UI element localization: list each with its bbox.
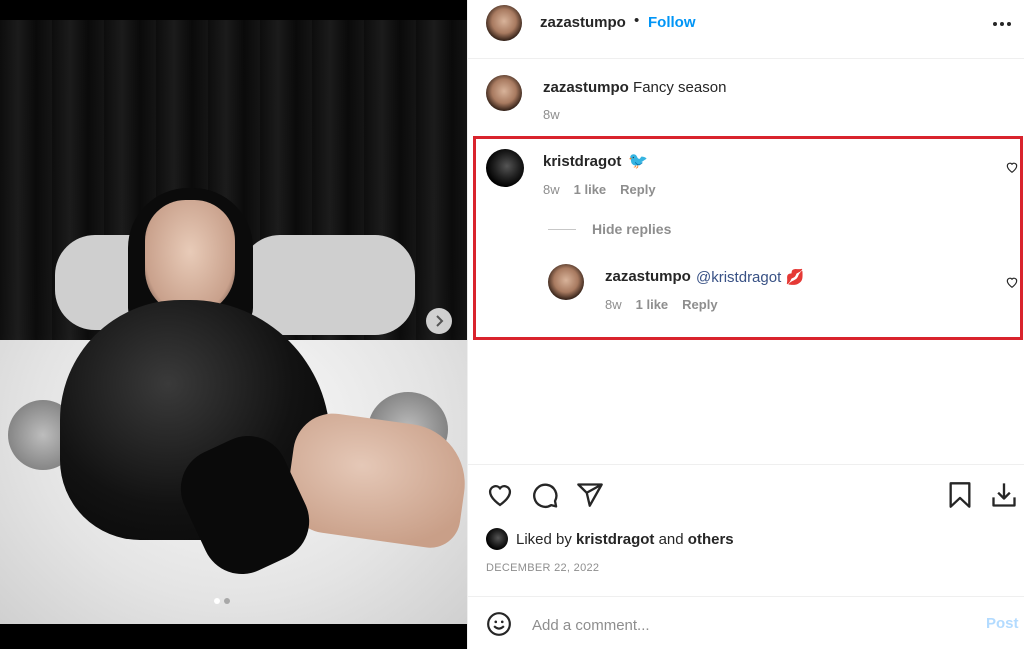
photo-scene <box>0 20 467 624</box>
bookmark-icon[interactable] <box>946 481 974 509</box>
more-horizontal-icon <box>993 22 1011 26</box>
author-avatar[interactable] <box>486 5 522 41</box>
likes-prefix: Liked by <box>516 530 572 548</box>
hide-replies-line <box>548 228 576 230</box>
post-photo[interactable] <box>0 0 467 649</box>
reply-likes[interactable]: 1 like <box>636 297 669 312</box>
emoji-icon[interactable] <box>486 611 512 637</box>
more-options-button[interactable] <box>992 10 1012 33</box>
comment-input[interactable] <box>530 613 954 637</box>
caption-username[interactable]: zazastumpo <box>543 79 629 96</box>
pillow-right <box>240 235 415 335</box>
reply-meta: 8w 1 like Reply <box>605 297 718 312</box>
post-header: zazastumpo • Follow <box>468 0 1024 59</box>
liked-by-user-link[interactable]: kristdragot <box>576 531 654 548</box>
comment-reply-button[interactable]: Reply <box>620 182 655 197</box>
follow-button[interactable]: Follow <box>648 14 696 31</box>
comment-likes[interactable]: 1 like <box>574 182 607 197</box>
model-face <box>145 200 235 315</box>
comment-username[interactable]: kristdragot <box>543 153 621 170</box>
reply-like-heart-icon[interactable] <box>1005 275 1019 289</box>
reply-timestamp[interactable]: 8w <box>605 297 622 312</box>
comment-icon[interactable] <box>531 481 559 509</box>
heart-icon[interactable] <box>486 481 514 509</box>
caption-timestamp[interactable]: 8w <box>543 107 560 122</box>
likes-summary: Liked by kristdragot and others <box>486 527 734 551</box>
reply-mention-link[interactable]: @kristdragot <box>696 269 781 286</box>
comment-avatar[interactable] <box>486 149 524 187</box>
share-icon[interactable] <box>576 481 604 509</box>
reply-reply-button[interactable]: Reply <box>682 297 717 312</box>
likes-middle: and <box>658 530 684 548</box>
reply-avatar[interactable] <box>548 264 584 300</box>
next-image-button[interactable] <box>426 308 452 334</box>
post-date[interactable]: DECEMBER 22, 2022 <box>486 562 599 574</box>
liked-by-others-link[interactable]: others <box>688 531 734 548</box>
reply-username[interactable]: zazastumpo <box>605 268 691 285</box>
post-comment-button[interactable]: Post <box>986 615 1019 632</box>
post-side-panel: zazastumpo • Follow zazastumpo Fancy sea… <box>467 0 1024 649</box>
carousel-dot-active <box>214 598 220 604</box>
caption-text: Fancy season <box>633 79 727 96</box>
comment-like-heart-icon[interactable] <box>1005 160 1019 174</box>
carousel-dot <box>224 598 230 604</box>
hide-replies-button[interactable]: Hide replies <box>548 221 671 237</box>
chevron-right-icon <box>436 315 444 327</box>
comment-bar: Post <box>468 596 1024 650</box>
hide-replies-label: Hide replies <box>592 221 672 237</box>
caption: zazastumpo Fancy season <box>543 79 726 96</box>
carousel-dots <box>214 598 230 604</box>
caption-avatar[interactable] <box>486 75 522 111</box>
liked-by-avatar[interactable] <box>486 528 508 550</box>
reply-emoji: 💋 <box>785 269 805 286</box>
action-bar <box>468 464 1024 523</box>
download-icon[interactable] <box>990 481 1018 509</box>
reply-text: @kristdragot 💋 <box>696 268 804 286</box>
header-separator: • <box>634 12 640 29</box>
comment-timestamp[interactable]: 8w <box>543 182 560 197</box>
author-username[interactable]: zazastumpo <box>540 14 626 31</box>
comment-text: 🐦 <box>628 153 648 170</box>
comment-meta: 8w 1 like Reply <box>543 182 656 197</box>
